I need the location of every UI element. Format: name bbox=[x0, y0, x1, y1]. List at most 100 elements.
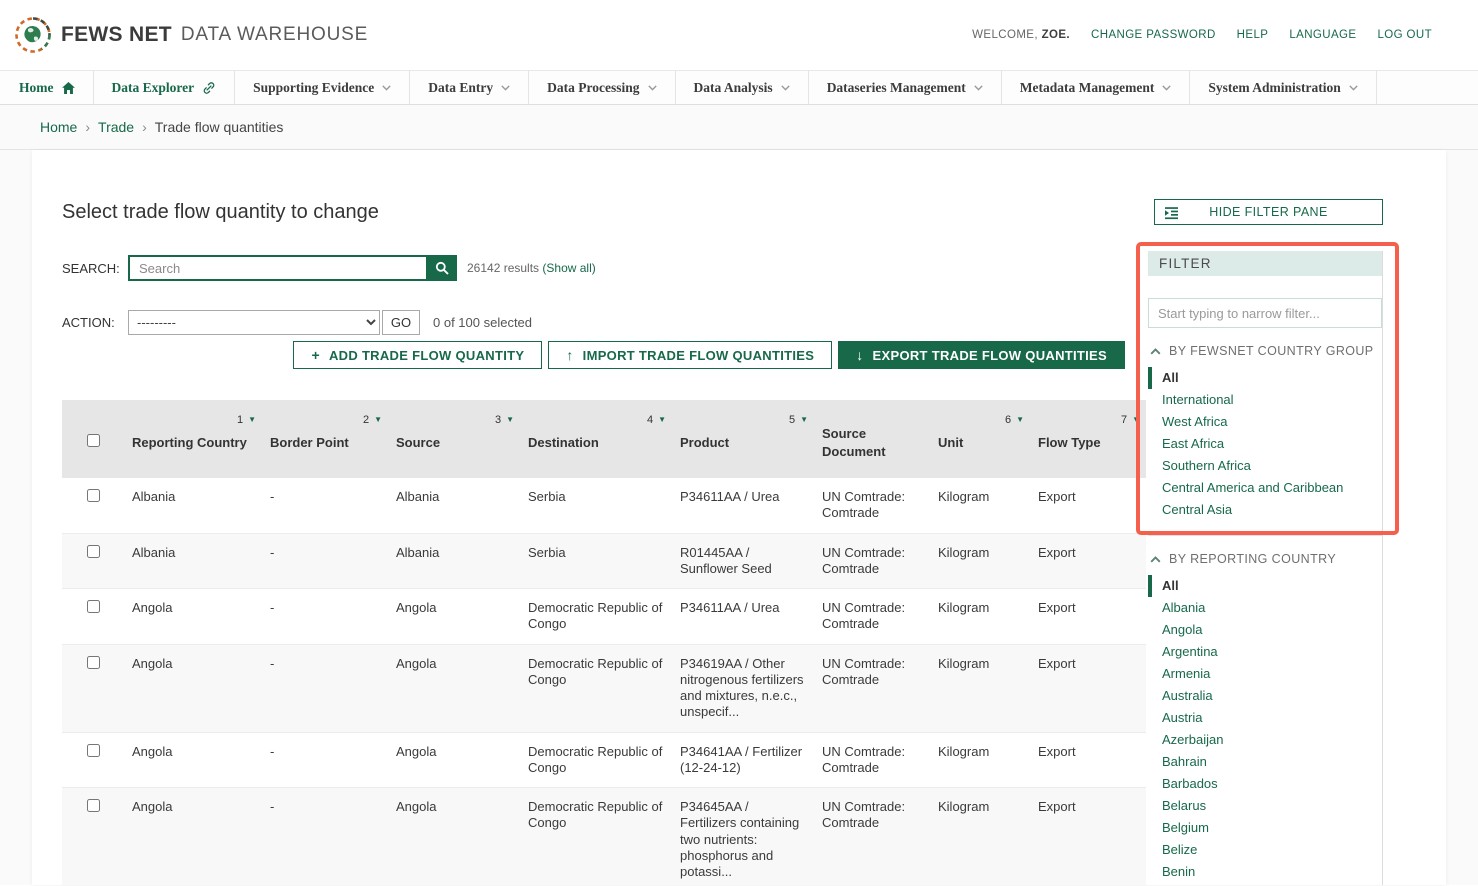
nav-item-label: Data Entry bbox=[428, 80, 493, 96]
filter-group-title: BY REPORTING COUNTRY bbox=[1169, 552, 1336, 566]
filter-option-angola[interactable]: Angola bbox=[1148, 619, 1382, 641]
filter-option-albania[interactable]: Albania bbox=[1148, 597, 1382, 619]
row-checkbox-cell bbox=[62, 644, 124, 732]
filter-option-west-africa[interactable]: West Africa bbox=[1148, 411, 1382, 433]
table-row: Albania-AlbaniaSerbiaR01445AA / Sunflowe… bbox=[62, 533, 1146, 589]
column-header-flow-type[interactable]: Flow Type7▼ bbox=[1030, 400, 1146, 478]
filter-option-belarus[interactable]: Belarus bbox=[1148, 795, 1382, 817]
cell-source-document: UN Comtrade: Comtrade bbox=[814, 533, 930, 589]
hide-filter-pane-button[interactable]: HIDE FILTER PANE bbox=[1154, 199, 1383, 225]
nav-item-supporting-evidence[interactable]: Supporting Evidence bbox=[235, 71, 410, 104]
cell-destination: Serbia bbox=[520, 478, 672, 533]
cell-reporting-country: Angola bbox=[124, 644, 262, 732]
breadcrumb-item-home[interactable]: Home bbox=[40, 119, 77, 135]
cell-source-document: UN Comtrade: Comtrade bbox=[814, 732, 930, 788]
cell-source-document: UN Comtrade: Comtrade bbox=[814, 589, 930, 645]
filter-option-austria[interactable]: Austria bbox=[1148, 707, 1382, 729]
cell-flow-type: Export bbox=[1030, 533, 1146, 589]
cell-flow-type: Export bbox=[1030, 732, 1146, 788]
nav-item-metadata-management[interactable]: Metadata Management bbox=[1002, 71, 1191, 104]
chevron-down-icon bbox=[781, 85, 790, 91]
row-checkbox[interactable] bbox=[87, 489, 100, 502]
sort-priority: 2 bbox=[363, 413, 369, 428]
sort-indicator[interactable]: 4▼ bbox=[647, 413, 666, 428]
row-checkbox[interactable] bbox=[87, 600, 100, 613]
row-checkbox-cell bbox=[62, 589, 124, 645]
go-button[interactable]: GO bbox=[382, 310, 420, 335]
filter-option-central-america-and-caribbean[interactable]: Central America and Caribbean bbox=[1148, 477, 1382, 499]
sort-indicator[interactable]: 1▼ bbox=[237, 413, 256, 428]
filter-option-armenia[interactable]: Armenia bbox=[1148, 663, 1382, 685]
cell-unit: Kilogram bbox=[930, 589, 1030, 645]
nav-item-label: Metadata Management bbox=[1020, 80, 1155, 96]
filter-option-argentina[interactable]: Argentina bbox=[1148, 641, 1382, 663]
add-trade-flow-quantity-button[interactable]: + ADD TRADE FLOW QUANTITY bbox=[293, 341, 542, 369]
chevron-up-icon bbox=[1150, 552, 1161, 566]
column-header-unit[interactable]: Unit6▼ bbox=[930, 400, 1030, 478]
column-header-product[interactable]: Product5▼ bbox=[672, 400, 814, 478]
filter-group-by-fewsnet-country-group: BY FEWSNET COUNTRY GROUPAllInternational… bbox=[1148, 328, 1382, 521]
filter-option-benin[interactable]: Benin bbox=[1148, 861, 1382, 883]
breadcrumb-item-trade[interactable]: Trade bbox=[98, 119, 134, 135]
filter-option-international[interactable]: International bbox=[1148, 389, 1382, 411]
nav-item-system-administration[interactable]: System Administration bbox=[1190, 71, 1376, 104]
filter-option-belgium[interactable]: Belgium bbox=[1148, 817, 1382, 839]
column-header-source-document[interactable]: Source Document bbox=[814, 400, 930, 478]
show-all-link[interactable]: (Show all) bbox=[542, 261, 595, 275]
filter-option-belize[interactable]: Belize bbox=[1148, 839, 1382, 861]
select-all-checkbox[interactable] bbox=[87, 434, 100, 447]
column-header-destination[interactable]: Destination 4▼ bbox=[520, 400, 672, 478]
column-label: Destination bbox=[528, 435, 599, 450]
row-checkbox[interactable] bbox=[87, 799, 100, 812]
filter-sections: BY FEWSNET COUNTRY GROUPAllInternational… bbox=[1148, 328, 1382, 883]
sort-priority: 3 bbox=[495, 413, 501, 428]
table-row: Albania-AlbaniaSerbiaP34611AA / UreaUN C… bbox=[62, 478, 1146, 533]
brand[interactable]: FEWS NET DATA WAREHOUSE bbox=[14, 16, 368, 54]
filter-option-central-asia[interactable]: Central Asia bbox=[1148, 499, 1382, 521]
filter-option-azerbaijan[interactable]: Azerbaijan bbox=[1148, 729, 1382, 751]
filter-option-bahrain[interactable]: Bahrain bbox=[1148, 751, 1382, 773]
filter-option-barbados[interactable]: Barbados bbox=[1148, 773, 1382, 795]
sort-indicator[interactable]: 3▼ bbox=[495, 413, 514, 428]
filter-option-southern-africa[interactable]: Southern Africa bbox=[1148, 455, 1382, 477]
user-link-change-password[interactable]: CHANGE PASSWORD bbox=[1091, 29, 1216, 41]
column-header-border-point[interactable]: Border Point2▼ bbox=[262, 400, 388, 478]
sort-indicator[interactable]: 7▼ bbox=[1121, 413, 1140, 428]
nav-item-data-entry[interactable]: Data Entry bbox=[410, 71, 529, 104]
app-root: FEWS NET DATA WAREHOUSE WELCOME, ZOE. CH… bbox=[0, 0, 1478, 885]
app-header: FEWS NET DATA WAREHOUSE WELCOME, ZOE. CH… bbox=[0, 0, 1478, 70]
import-trade-flow-quantities-button[interactable]: ↑ IMPORT TRADE FLOW QUANTITIES bbox=[548, 341, 832, 369]
cell-product: P34611AA / Urea bbox=[672, 589, 814, 645]
column-header-reporting-country[interactable]: Reporting Country1▼ bbox=[124, 400, 262, 478]
column-header-source[interactable]: Source3▼ bbox=[388, 400, 520, 478]
nav-item-dataseries-management[interactable]: Dataseries Management bbox=[809, 71, 1002, 104]
filter-option-all[interactable]: All bbox=[1148, 367, 1382, 389]
row-checkbox[interactable] bbox=[87, 744, 100, 757]
user-link-log-out[interactable]: LOG OUT bbox=[1377, 29, 1432, 41]
plus-icon: + bbox=[311, 347, 319, 363]
search-icon bbox=[435, 261, 449, 275]
sort-indicator[interactable]: 5▼ bbox=[789, 413, 808, 428]
filter-group-header[interactable]: BY FEWSNET COUNTRY GROUP bbox=[1148, 328, 1382, 367]
action-select[interactable]: --------- bbox=[128, 310, 380, 335]
cell-flow-type: Export bbox=[1030, 644, 1146, 732]
nav-item-home[interactable]: Home bbox=[0, 71, 94, 104]
row-checkbox[interactable] bbox=[87, 545, 100, 558]
filter-search-input[interactable] bbox=[1148, 298, 1382, 328]
nav-item-data-processing[interactable]: Data Processing bbox=[529, 71, 675, 104]
search-input[interactable] bbox=[128, 255, 426, 281]
selection-status: 0 of 100 selected bbox=[433, 315, 532, 330]
search-button[interactable] bbox=[426, 255, 457, 281]
sort-indicator[interactable]: 2▼ bbox=[363, 413, 382, 428]
row-checkbox[interactable] bbox=[87, 656, 100, 669]
nav-item-data-analysis[interactable]: Data Analysis bbox=[676, 71, 809, 104]
nav-item-data-explorer[interactable]: Data Explorer bbox=[94, 71, 236, 104]
user-link-help[interactable]: HELP bbox=[1237, 29, 1269, 41]
filter-option-australia[interactable]: Australia bbox=[1148, 685, 1382, 707]
export-trade-flow-quantities-button[interactable]: ↓ EXPORT TRADE FLOW QUANTITIES bbox=[838, 341, 1125, 369]
user-link-language[interactable]: LANGUAGE bbox=[1289, 29, 1356, 41]
sort-indicator[interactable]: 6▼ bbox=[1005, 413, 1024, 428]
filter-group-header[interactable]: BY REPORTING COUNTRY bbox=[1148, 536, 1382, 575]
filter-option-all[interactable]: All bbox=[1148, 575, 1382, 597]
filter-option-east-africa[interactable]: East Africa bbox=[1148, 433, 1382, 455]
